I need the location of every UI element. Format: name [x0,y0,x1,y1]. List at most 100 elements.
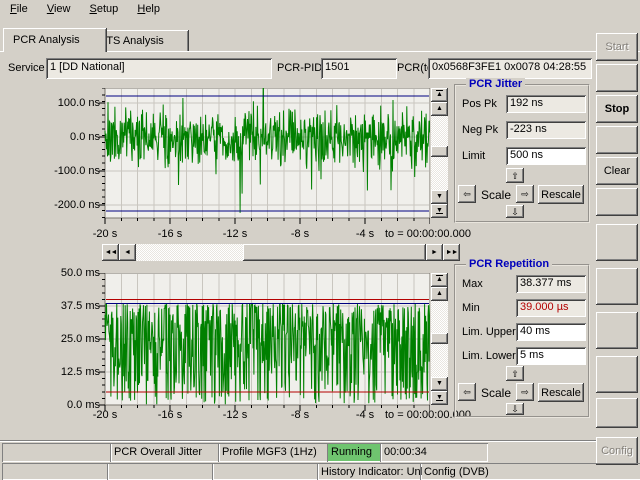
jitter-scale-down-button[interactable]: ⇩ [506,205,524,218]
menu-file[interactable]: File [2,0,36,19]
scroll-bottom-button[interactable]: ▼ [431,204,448,218]
menu-help[interactable]: Help [129,0,168,19]
repetition-scale-down-button[interactable]: ⇩ [506,403,524,415]
scroll-far-left-button[interactable]: ◄◄ [102,244,119,261]
y-axis-label: 0.0 ms [30,399,100,411]
status-profile: Profile MGF3 (1Hz) [218,443,329,462]
jitter-chart-x-axis: -20 s-16 s-12 s-8 s-4 sto = 00:00:00.000 [105,228,495,240]
lim-upper-input[interactable]: 40 ms [516,323,586,341]
scroll-up-button[interactable]: ▲ [431,287,448,301]
repetition-scale-left-button[interactable]: ⇦ [458,383,476,401]
menu-setup[interactable]: Setup [82,0,127,19]
repetition-scale-up-button[interactable]: ⇧ [506,366,524,381]
y-axis-label: 100.0 ns [30,97,100,109]
config-button[interactable]: Config [596,437,638,465]
status2-blank-2 [107,463,214,480]
scale-down-icon: ⇩ [511,208,519,216]
scroll-up-icon: ▲ [436,106,443,112]
vscroll-thumb[interactable] [431,333,448,344]
blank-button-7[interactable] [596,356,638,393]
scroll-right-button[interactable]: ► [426,244,443,261]
y-axis-label: -200.0 ns [30,199,100,211]
repetition-scale-right-button[interactable]: ⇨ [516,383,534,401]
scroll-far-left-icon: ◄◄ [105,250,117,256]
hscroll-thumb[interactable] [243,244,426,261]
blank-button-4[interactable] [596,224,638,261]
pcr-repetition-panel: PCR Repetition Max 38.377 ms Min 39.000 … [454,264,590,418]
scroll-top-button[interactable]: ▲ [431,273,448,287]
start-button[interactable]: Start [596,33,638,61]
scale-up-icon: ⇧ [511,172,519,180]
blank-button-8[interactable] [596,398,638,428]
repetition-chart-plot [97,273,430,415]
lim-upper-label: Lim. Upper [462,326,516,338]
scroll-bottom-button[interactable]: ▼ [431,391,448,405]
scroll-top-icon: ▲ [436,92,443,98]
repetition-chart-y-axis: 50.0 ms37.5 ms25.0 ms12.5 ms0.0 ms [30,273,100,405]
pcr-to-field[interactable]: 0x0568F3FE1 0x0078 04:28:55 [428,58,592,79]
scroll-down-button[interactable]: ▼ [431,190,448,204]
jitter-scale-left-button[interactable]: ⇦ [458,185,476,203]
status-divider [0,440,596,442]
scroll-up-button[interactable]: ▲ [431,102,448,116]
repetition-chart-x-axis: -20 s-16 s-12 s-8 s-4 sto = 00:00:00.000 [105,409,495,421]
status-running: Running [327,443,382,462]
scroll-far-right-icon: ►► [446,250,458,256]
stop-button[interactable]: Stop [596,95,638,123]
jitter-limit-input[interactable]: 500 ns [506,147,586,165]
blank-button-2[interactable] [596,126,638,154]
service-field[interactable]: 1 [DD National] [46,58,272,79]
clear-button[interactable]: Clear [596,157,638,185]
x-axis-label: -8 s [291,228,309,240]
menu-view[interactable]: View [39,0,79,19]
scroll-down-icon: ▼ [436,381,443,387]
y-axis-label: 50.0 ms [30,267,100,279]
scroll-top-button[interactable]: ▲ [431,88,448,102]
pos-pk-value: 192 ns [506,95,586,113]
x-axis-label: -8 s [291,409,309,421]
scale-down-icon: ⇩ [511,405,519,413]
rescale-label: Rescale [541,387,581,399]
tab-pcr-analysis[interactable]: PCR Analysis [3,28,107,52]
scroll-far-right-button[interactable]: ►► [443,244,460,261]
x-axis-label: -12 s [223,409,247,421]
blank-button-1[interactable] [596,64,638,92]
status2-blank-1 [2,463,109,480]
x-axis-label: -4 s [356,409,374,421]
scroll-bottom-icon: ▼ [436,395,443,401]
lim-lower-label: Lim. Lower [462,350,516,362]
max-value: 38.377 ms [516,275,586,293]
status-measurement: PCR Overall Jitter [110,443,220,462]
jitter-rescale-button[interactable]: Rescale [538,185,584,204]
repetition-scale-label: Scale [481,386,511,400]
y-axis-label: 37.5 ms [30,300,100,312]
x-axis-label: -16 s [158,228,182,240]
scale-left-icon: ⇦ [463,388,471,396]
menu-bar: File View Setup Help [0,0,640,25]
pcr-jitter-title: PCR Jitter [466,78,525,90]
pcr-pid-field[interactable]: 1501 [321,58,397,79]
repetition-vscrollbar[interactable]: ▲ ▲ ▼ ▼ [431,273,448,405]
scroll-left-icon: ◄ [124,250,131,256]
status2-blank-3 [212,463,319,480]
max-label: Max [462,278,483,290]
jitter-scale-label: Scale [481,188,511,202]
blank-button-6[interactable] [596,312,638,349]
y-axis-label: 0.0 ns [30,131,100,143]
pcr-repetition-title: PCR Repetition [466,258,552,270]
scroll-down-button[interactable]: ▼ [431,377,448,391]
neg-pk-value: -223 ns [506,121,586,139]
scroll-left-button[interactable]: ◄ [119,244,136,261]
blank-button-3[interactable] [596,188,638,216]
jitter-chart-plot [97,88,430,228]
blank-button-5[interactable] [596,268,638,305]
scroll-right-icon: ► [431,250,438,256]
vscroll-thumb[interactable] [431,146,448,157]
jitter-scale-right-button[interactable]: ⇨ [516,185,534,203]
repetition-rescale-button[interactable]: Rescale [538,383,584,402]
lim-lower-input[interactable]: 5 ms [516,347,586,365]
jitter-scale-up-button[interactable]: ⇧ [506,168,524,183]
time-hscrollbar[interactable]: ◄◄ ◄ ► ►► [102,244,460,261]
pcr-jitter-plot-svg [97,88,430,228]
jitter-vscrollbar[interactable]: ▲ ▲ ▼ ▼ [431,88,448,218]
